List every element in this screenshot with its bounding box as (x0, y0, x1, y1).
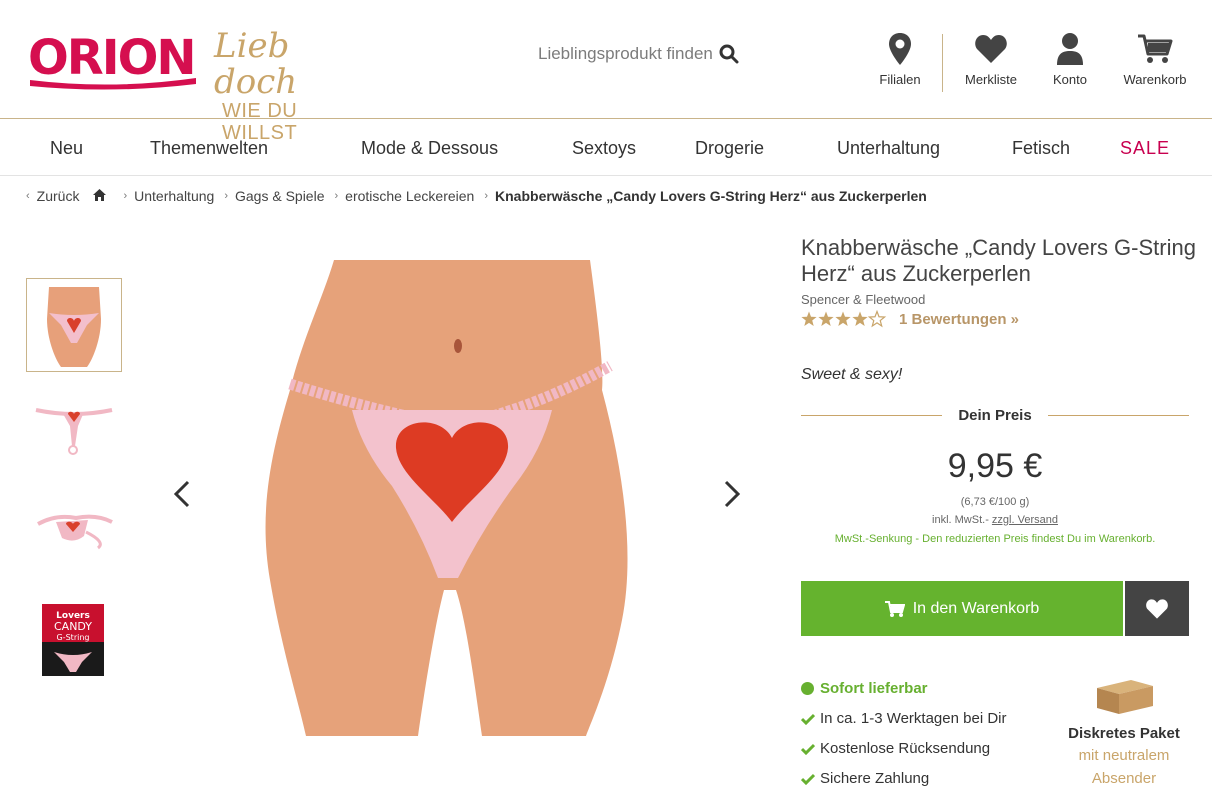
breadcrumb-item[interactable]: erotische Leckereien (345, 188, 474, 204)
cart-icon (884, 600, 905, 617)
breadcrumb-current: Knabberwäsche „Candy Lovers G-String Her… (495, 188, 927, 204)
heart-icon (975, 35, 1007, 63)
product-brand[interactable]: Spencer & Fleetwood (801, 292, 925, 307)
price-header: Dein Preis (801, 404, 1189, 426)
discreet-package-info: Diskretes Paket mit neutralem Absender (1058, 676, 1190, 790)
header-link-label: Filialen (879, 72, 921, 87)
svg-text:G-String: G-String (57, 633, 90, 642)
star-rating-icon (801, 310, 887, 328)
availability-text: Sofort lieferbar (820, 680, 928, 697)
header-link-label: Warenkorb (1123, 72, 1187, 87)
location-pin-icon (889, 33, 911, 65)
orion-logo[interactable]: ORION (26, 28, 198, 90)
product-tagline: Sweet & sexy! (801, 366, 903, 383)
checkmark-icon (801, 743, 815, 755)
package-box-icon (1097, 680, 1153, 714)
star-filled-icon (852, 311, 868, 326)
nav-item-unterhaltung[interactable]: Unterhaltung (837, 119, 940, 175)
feature-item: In ca. 1-3 Werktagen bei Dir (801, 710, 1006, 727)
search-field[interactable]: Lieblingsprodukt finden (538, 42, 768, 66)
nav-item-sextoys[interactable]: Sextoys (572, 119, 636, 175)
feature-text: Sichere Zahlung (820, 770, 930, 787)
vat-info: inkl. MwSt.- zzgl. Versand (801, 514, 1189, 526)
cart-icon (1138, 34, 1173, 63)
star-empty-icon (867, 310, 887, 328)
header-divider (942, 34, 943, 92)
feature-text: In ca. 1-3 Werktagen bei Dir (820, 710, 1007, 727)
chevron-right-icon: › (334, 190, 339, 202)
chevron-left-icon: ‹ (26, 190, 30, 202)
breadcrumb-back[interactable]: Zurück (37, 188, 80, 204)
star-filled-icon (801, 311, 817, 326)
vat-notice: MwSt.-Senkung - Den reduzierten Preis fi… (834, 533, 1156, 545)
unit-price: (6,73 €/100 g) (960, 496, 1030, 508)
nav-item-mode-dessous[interactable]: Mode & Dessous (361, 119, 498, 175)
product-price: 9,95 € (947, 447, 1043, 485)
package-line-1: mit neutralem (1078, 747, 1170, 764)
chevron-right-icon: › (123, 190, 128, 202)
site-header: ORION Lieb doch WIE DU WILLST Lieblingsp… (0, 0, 1212, 144)
header-link-label: Merkliste (964, 72, 1017, 87)
gallery-next-arrow[interactable] (722, 478, 742, 510)
star-filled-icon (835, 311, 851, 326)
svg-text:CANDY: CANDY (54, 620, 92, 633)
user-icon (1057, 33, 1083, 65)
gallery-thumb-2[interactable] (26, 380, 122, 474)
chevron-right-icon: › (484, 190, 489, 202)
nav-item-neu[interactable]: Neu (50, 119, 83, 175)
price-label: Dein Preis (958, 406, 1032, 424)
nav-item-themenwelten[interactable]: Themenwelten (150, 119, 268, 175)
nav-item-fetisch[interactable]: Fetisch (1012, 119, 1070, 175)
gallery-prev-arrow[interactable] (172, 478, 192, 510)
svg-text:ORION: ORION (28, 30, 195, 86)
chevron-right-icon: › (224, 190, 228, 202)
header-link-filialen[interactable]: Filialen (872, 32, 928, 96)
search-placeholder[interactable]: Lieblingsprodukt finden (538, 44, 713, 64)
package-line-2: Absender (1091, 770, 1157, 787)
product-main-image[interactable] (262, 260, 630, 736)
checkmark-icon (801, 773, 815, 785)
add-to-wishlist-button[interactable] (1125, 581, 1189, 636)
header-link-merkliste[interactable]: Merkliste (958, 32, 1024, 96)
package-title: Diskretes Paket (1068, 725, 1180, 742)
gallery-thumb-4[interactable]: Lovers CANDY G-String (26, 600, 122, 694)
slogan: Lieb doch WIE DU WILLST (214, 28, 374, 144)
header-link-label: Konto (1053, 72, 1087, 87)
feature-item: Kostenlose Rücksendung (801, 740, 990, 757)
product-rating[interactable]: 1 Bewertungen » (801, 308, 1019, 330)
header-link-warenkorb[interactable]: Warenkorb (1118, 32, 1192, 96)
feature-item: Sichere Zahlung (801, 770, 929, 787)
vat-text: inkl. MwSt.- (932, 514, 989, 526)
main-navigation: Neu Themenwelten Mode & Dessous Sextoys … (0, 119, 1212, 176)
breadcrumb-item[interactable]: Gags & Spiele (235, 188, 325, 204)
heart-icon (1146, 598, 1168, 619)
checkmark-icon (801, 713, 815, 725)
feature-text: Kostenlose Rücksendung (820, 740, 991, 757)
add-to-cart-button[interactable]: In den Warenkorb (801, 581, 1123, 636)
search-icon[interactable] (719, 44, 739, 64)
availability: Sofort lieferbar (801, 680, 928, 697)
star-filled-icon (818, 311, 834, 326)
nav-item-sale[interactable]: SALE (1120, 119, 1170, 175)
nav-item-drogerie[interactable]: Drogerie (695, 119, 764, 175)
home-icon[interactable] (93, 188, 107, 204)
product-title: Knabberwäsche „Candy Lovers G-String Her… (801, 235, 1196, 286)
divider-line (801, 414, 943, 416)
add-to-cart-label: In den Warenkorb (912, 599, 1040, 617)
reviews-link[interactable]: 1 Bewertungen » (899, 311, 1019, 328)
breadcrumb: ‹ Zurück › Unterhaltung › Gags & Spiele … (26, 186, 927, 206)
header-link-konto[interactable]: Konto (1046, 32, 1094, 96)
shipping-link[interactable]: zzgl. Versand (992, 514, 1058, 526)
slogan-line-1: Lieb doch (214, 26, 298, 102)
divider-line (1047, 414, 1189, 416)
gallery-thumb-3[interactable] (26, 486, 122, 580)
breadcrumb-item[interactable]: Unterhaltung (134, 188, 214, 204)
gallery-thumb-1[interactable] (26, 278, 122, 372)
availability-dot-icon (801, 682, 814, 695)
